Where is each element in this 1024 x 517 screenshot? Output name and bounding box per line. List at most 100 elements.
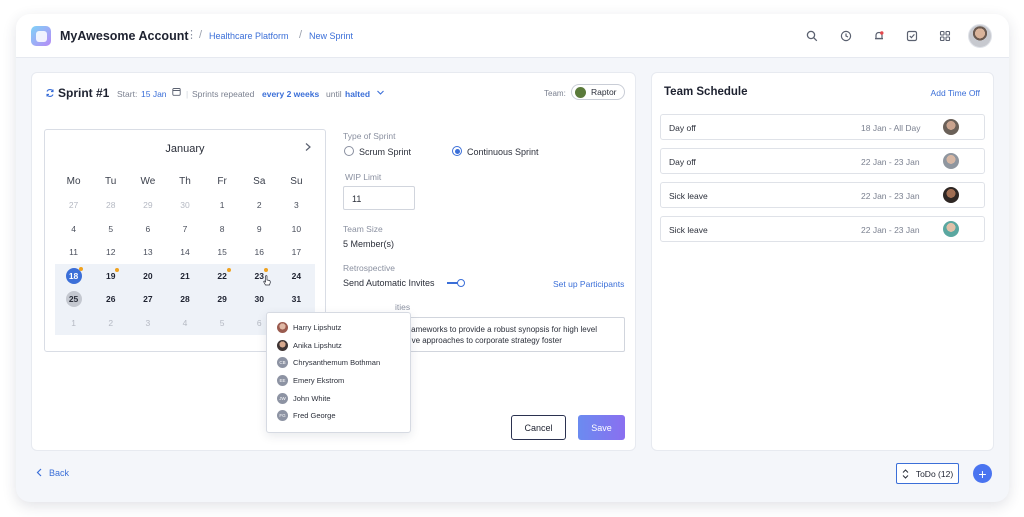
calendar-day[interactable]: 14 xyxy=(166,241,203,265)
meta-divider: | xyxy=(186,89,189,99)
calendar-day[interactable]: 29 xyxy=(204,288,241,312)
chevron-down-icon[interactable] xyxy=(376,88,385,99)
account-name[interactable]: MyAwesome Account xyxy=(60,29,189,43)
apps-grid-icon[interactable] xyxy=(937,28,953,44)
calendar-day[interactable]: 26 xyxy=(92,288,129,312)
participant-item[interactable]: FG Fred George xyxy=(267,407,410,425)
team-schedule-title: Team Schedule xyxy=(664,86,748,98)
calendar-day[interactable]: 11 xyxy=(55,241,92,265)
calendar-day[interactable]: 6 xyxy=(129,217,166,241)
task-checkbox-icon[interactable] xyxy=(904,28,920,44)
calendar-day[interactable]: 10 xyxy=(278,217,315,241)
calendar-day[interactable]: 9 xyxy=(241,217,278,241)
sprint-editor-card: Sprint #1 Start: 15 Jan | Sprints repeat… xyxy=(31,72,636,451)
calendar-day[interactable]: 13 xyxy=(129,241,166,265)
calendar-icon[interactable] xyxy=(172,87,181,98)
search-icon[interactable] xyxy=(804,28,820,44)
team-selector[interactable]: Raptor xyxy=(571,84,625,100)
participant-initials: FG xyxy=(277,410,288,422)
history-icon[interactable] xyxy=(838,28,854,44)
calendar-grid: Mo Tu We Th Fr Sa Su 27 28 29 30 1 2 3 4… xyxy=(55,170,315,335)
continuous-sprint-radio[interactable] xyxy=(452,146,462,156)
calendar-day[interactable]: 8 xyxy=(204,217,241,241)
calendar-day[interactable]: 3 xyxy=(129,311,166,335)
chevron-right-icon[interactable] xyxy=(304,141,312,155)
calendar-day[interactable]: 3 xyxy=(278,194,315,218)
weekday-label: Tu xyxy=(105,176,117,188)
add-button[interactable]: + xyxy=(973,464,992,483)
calendar-day[interactable]: 4 xyxy=(55,217,92,241)
calendar-day[interactable]: 7 xyxy=(166,217,203,241)
schedule-type: Sick leave xyxy=(669,225,708,235)
scrum-sprint-label[interactable]: Scrum Sprint xyxy=(359,147,411,157)
scrum-sprint-radio[interactable] xyxy=(344,146,354,156)
save-button[interactable]: Save xyxy=(578,415,625,440)
calendar-day[interactable]: 1 xyxy=(204,194,241,218)
calendar-day[interactable]: 16 xyxy=(241,241,278,265)
participants-popover: Harry Lipshutz Anika Lipshutz CB Chrysant… xyxy=(266,312,411,433)
participant-initials: JW xyxy=(277,392,288,404)
setup-participants-link[interactable]: Set up Participants xyxy=(553,279,624,289)
todo-button[interactable]: ToDo (12) xyxy=(896,463,959,484)
calendar-day[interactable]: 27 xyxy=(129,288,166,312)
start-date[interactable]: 15 Jan xyxy=(141,89,167,99)
calendar-day[interactable]: 2 xyxy=(241,194,278,218)
member-avatar xyxy=(943,187,959,203)
schedule-type: Sick leave xyxy=(669,191,708,201)
schedule-item[interactable]: Day off 22 Jan - 23 Jan xyxy=(660,148,985,174)
add-time-off-link[interactable]: Add Time Off xyxy=(931,88,980,98)
user-avatar[interactable] xyxy=(968,24,992,48)
cancel-button[interactable]: Cancel xyxy=(511,415,566,440)
until-value[interactable]: halted xyxy=(345,89,370,99)
calendar-day[interactable]: 22 xyxy=(204,264,241,288)
schedule-item[interactable]: Sick leave 22 Jan - 23 Jan xyxy=(660,216,985,242)
continuous-sprint-label[interactable]: Continuous Sprint xyxy=(467,147,539,157)
breadcrumb-healthcare-platform[interactable]: Healthcare Platform xyxy=(209,31,289,41)
calendar-day[interactable]: 15 xyxy=(204,241,241,265)
calendar-day[interactable]: 2 xyxy=(92,311,129,335)
wip-limit-input[interactable]: 11 xyxy=(343,186,415,210)
calendar-day[interactable]: 5 xyxy=(204,311,241,335)
calendar-day[interactable]: 4 xyxy=(166,311,203,335)
account-menu-icon[interactable]: ⋮ xyxy=(186,28,197,41)
participant-item[interactable]: CB Chrysanthemum Bothman xyxy=(267,354,410,372)
calendar-week-sprint: 18 19 20 21 22 23 24 xyxy=(55,264,315,288)
participant-avatar xyxy=(277,339,288,351)
weekday-label: We xyxy=(140,176,156,188)
calendar-day-hovered[interactable]: 23 xyxy=(241,264,278,288)
calendar-day-selected[interactable]: 18 xyxy=(55,264,92,288)
schedule-item[interactable]: Sick leave 22 Jan - 23 Jan xyxy=(660,182,985,208)
app-logo[interactable] xyxy=(31,26,51,46)
participant-item[interactable]: Anika Lipshutz xyxy=(267,337,410,355)
calendar-day[interactable]: 30 xyxy=(241,288,278,312)
calendar-day[interactable]: 20 xyxy=(129,264,166,288)
calendar-day-end[interactable]: 25 xyxy=(55,288,92,312)
calendar-day[interactable]: 28 xyxy=(166,288,203,312)
breadcrumb-new-sprint[interactable]: New Sprint xyxy=(309,31,353,41)
back-button[interactable]: Back xyxy=(36,468,69,478)
calendar-day[interactable]: 27 xyxy=(55,194,92,218)
calendar-day[interactable]: 29 xyxy=(129,194,166,218)
participant-item[interactable]: Harry Lipshutz xyxy=(267,319,410,337)
repeat-interval[interactable]: every 2 weeks xyxy=(262,89,319,99)
calendar-day[interactable]: 1 xyxy=(55,311,92,335)
calendar-day[interactable]: 30 xyxy=(166,194,203,218)
calendar-day[interactable]: 12 xyxy=(92,241,129,265)
calendar-day[interactable]: 17 xyxy=(278,241,315,265)
participant-item[interactable]: JW John White xyxy=(267,389,410,407)
calendar-day[interactable]: 21 xyxy=(166,264,203,288)
auto-invites-toggle[interactable] xyxy=(447,279,465,287)
calendar-day[interactable]: 31 xyxy=(278,288,315,312)
team-schedule-card: Team Schedule Add Time Off Day off 18 Ja… xyxy=(651,72,994,451)
calendar-day[interactable]: 28 xyxy=(92,194,129,218)
calendar-day[interactable]: 5 xyxy=(92,217,129,241)
calendar-day[interactable]: 19 xyxy=(92,264,129,288)
member-avatar xyxy=(943,221,959,237)
schedule-item[interactable]: Day off 18 Jan - All Day xyxy=(660,114,985,140)
bell-icon[interactable] xyxy=(871,28,887,44)
calendar-day[interactable]: 24 xyxy=(278,264,315,288)
calendar-week: 4 5 6 7 8 9 10 xyxy=(55,217,315,241)
participant-item[interactable]: EE Emery Ekstrom xyxy=(267,372,410,390)
until-label: until xyxy=(326,89,342,99)
breadcrumb-separator: / xyxy=(299,29,303,41)
